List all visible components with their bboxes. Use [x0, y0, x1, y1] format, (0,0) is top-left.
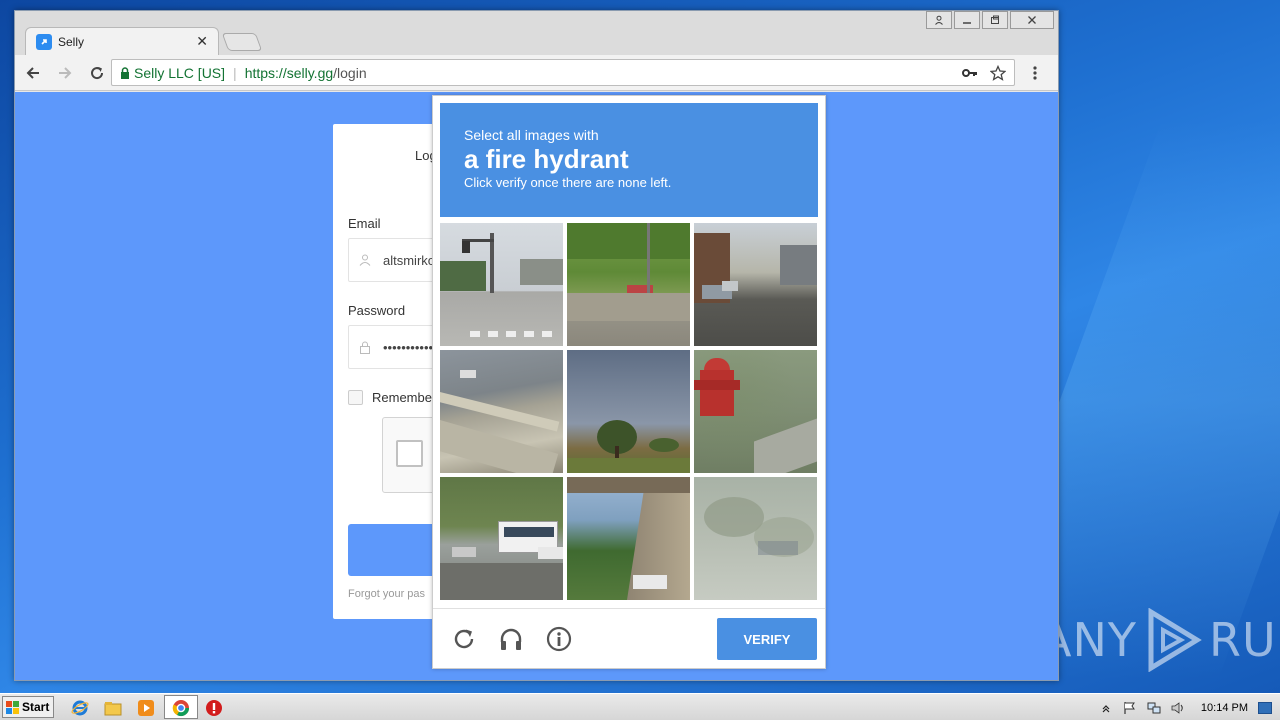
browser-reload-icon	[91, 66, 104, 79]
challenge-tile-street-intersection[interactable]	[440, 223, 563, 346]
verify-button[interactable]: VERIFY	[717, 618, 817, 660]
padlock-icon	[360, 341, 370, 354]
show-desktop-button[interactable]	[1258, 701, 1272, 714]
stop-sign-icon[interactable]	[204, 698, 224, 718]
challenge-instruction: Select all images with	[464, 127, 599, 143]
new-tab-button[interactable]	[221, 33, 263, 51]
network-icon[interactable]	[1147, 701, 1161, 715]
bookmark-star-icon[interactable]	[990, 64, 1006, 81]
challenge-tile-overpass-trees[interactable]	[567, 477, 690, 600]
password-value: •••••••••••	[383, 339, 434, 355]
key-icon[interactable]	[962, 68, 978, 78]
recaptcha-checkbox[interactable]	[396, 440, 423, 467]
taskbar-clock[interactable]: 10:14 PM	[1201, 702, 1248, 714]
tray-expand-icon[interactable]	[1099, 701, 1113, 715]
watermark-text-right: RUN	[1208, 613, 1280, 667]
challenge-tile-highway-barrier[interactable]	[440, 350, 563, 473]
anyrun-watermark: ANY RUN	[1040, 605, 1280, 675]
challenge-tile-faded-trees[interactable]	[694, 477, 817, 600]
browser-titlebar: Selly ✕	[15, 11, 1058, 55]
headphones-icon[interactable]	[498, 626, 524, 652]
system-tray: 10:14 PM	[1099, 694, 1280, 720]
minimize-button[interactable]	[954, 11, 980, 29]
play-logo-icon	[1148, 608, 1202, 672]
browser-menu-icon[interactable]	[1026, 64, 1044, 82]
chrome-icon[interactable]	[171, 698, 191, 718]
address-bar-icons	[962, 64, 1006, 81]
forgot-password-link[interactable]: Forgot your pas	[348, 588, 425, 600]
selly-favicon-icon	[36, 33, 52, 50]
tab-close-icon[interactable]: ✕	[196, 33, 208, 50]
challenge-footer: VERIFY	[433, 608, 825, 669]
windows-logo-icon	[6, 700, 19, 714]
challenge-header: Select all images with a fire hydrant Cl…	[440, 103, 818, 217]
email-value: altsmirko	[383, 252, 436, 268]
volume-icon[interactable]	[1171, 701, 1185, 715]
challenge-target: a fire hydrant	[464, 144, 629, 174]
reload-button[interactable]	[83, 59, 111, 87]
profile-icon[interactable]	[926, 11, 952, 29]
security-label: Selly LLC [US]	[134, 64, 226, 81]
remember-checkbox[interactable]	[348, 390, 363, 405]
back-arrow-icon	[26, 66, 39, 79]
url-host: https://selly.gg	[244, 64, 334, 81]
user-icon	[359, 254, 371, 266]
restore-button[interactable]	[982, 11, 1008, 29]
forward-button[interactable]	[51, 59, 79, 87]
start-label: Start	[22, 700, 50, 714]
internet-explorer-icon[interactable]	[70, 698, 90, 718]
password-label: Password	[348, 303, 406, 318]
address-bar[interactable]: Selly LLC [US] | https://selly.gg/login	[111, 59, 1015, 86]
email-label: Email	[348, 216, 381, 231]
challenge-image-grid	[440, 223, 818, 600]
challenge-tile-fire-hydrant[interactable]	[694, 350, 817, 473]
windows-taskbar: Start 10:14 PM	[0, 693, 1280, 720]
media-player-icon[interactable]	[136, 698, 156, 718]
hcaptcha-challenge: Select all images with a fire hydrant Cl…	[432, 95, 826, 669]
action-center-flag-icon[interactable]	[1123, 701, 1137, 715]
address-separator: |	[233, 64, 237, 81]
challenge-tile-residential-street[interactable]	[694, 223, 817, 346]
file-explorer-icon[interactable]	[103, 698, 123, 718]
challenge-tile-bus-parking[interactable]	[440, 477, 563, 600]
reload-icon[interactable]	[451, 626, 477, 652]
start-button[interactable]: Start	[2, 696, 54, 718]
info-icon[interactable]	[546, 626, 572, 652]
challenge-tile-hill-with-wall[interactable]	[567, 223, 690, 346]
lock-icon	[121, 66, 129, 79]
back-button[interactable]	[19, 59, 47, 87]
window-controls	[926, 11, 1054, 29]
url-path: /login	[333, 64, 367, 81]
tab-title: Selly	[58, 34, 85, 49]
window-close-button[interactable]	[1010, 11, 1054, 29]
remember-label: Remember	[372, 390, 437, 405]
challenge-tile-park-trees[interactable]	[567, 350, 690, 473]
browser-toolbar: Selly LLC [US] | https://selly.gg/login	[15, 55, 1058, 91]
remember-me[interactable]: Remember	[348, 390, 436, 405]
forward-arrow-icon	[59, 66, 72, 79]
browser-tab[interactable]: Selly ✕	[25, 27, 219, 55]
challenge-hint: Click verify once there are none left.	[464, 175, 672, 190]
